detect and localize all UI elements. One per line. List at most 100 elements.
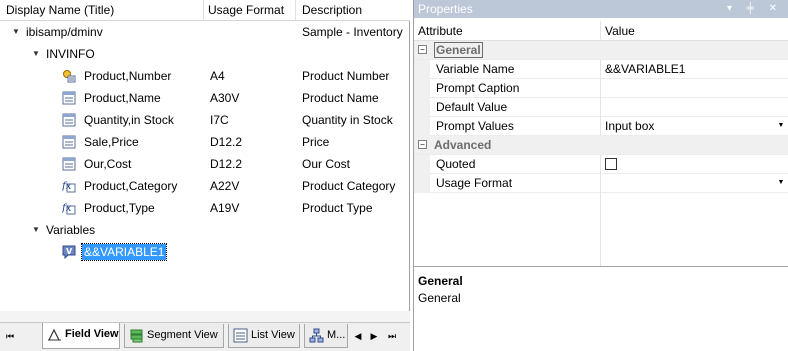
column-header-value: Value <box>600 21 635 41</box>
properties-title-bar: Properties ▾ ╪ ✕ <box>414 0 788 18</box>
tree-field-row[interactable]: Product,Number A4 Product Number <box>0 65 410 87</box>
category-advanced[interactable]: − Advanced <box>414 136 788 155</box>
field-name: Quantity,in Stock <box>84 113 174 127</box>
property-attribute: Variable Name <box>436 62 515 76</box>
field-format: A30V <box>210 91 240 105</box>
computed-field-icon: fx <box>62 181 76 193</box>
collapse-arrow-icon[interactable]: ▼ <box>32 43 42 65</box>
property-description-panel: General General <box>414 266 788 351</box>
tree-field-row[interactable]: Product,Name A30V Product Name <box>0 87 410 109</box>
property-attribute: Default Value <box>436 100 508 114</box>
property-value[interactable] <box>600 98 788 117</box>
field-format: A22V <box>210 179 240 193</box>
segment-view-icon <box>130 329 143 343</box>
quoted-checkbox[interactable] <box>605 158 617 170</box>
property-attribute: Usage Format <box>436 176 513 190</box>
tree-header: Display Name (Title) Usage Format Descri… <box>0 0 410 21</box>
last-tab-icon[interactable]: ⏭ <box>386 329 398 343</box>
description-title: General <box>418 274 463 288</box>
field-format: A19V <box>210 201 240 215</box>
next-tab-icon[interactable]: ▶ <box>368 329 380 343</box>
tree-field-row[interactable]: fx Product,Type A19V Product Type <box>0 197 410 219</box>
prompt-values-select[interactable]: Input box ▼ <box>600 117 788 136</box>
first-tab-icon[interactable]: ⏮ <box>4 329 16 343</box>
tree-variable-row[interactable]: V &&VARIABLE1 <box>0 241 410 263</box>
field-description: Our Cost <box>302 157 351 171</box>
row-gutter <box>414 79 430 98</box>
field-view-icon <box>48 328 61 341</box>
tree-root-row[interactable]: ▼ ibisamp/dminv Sample - Inventory <box>0 21 410 43</box>
field-description: Product Type <box>302 201 373 215</box>
row-gutter <box>414 174 430 193</box>
tab-segment-view[interactable]: Segment View <box>124 324 224 348</box>
property-row-usage-format[interactable]: Usage Format ▼ <box>414 174 788 193</box>
field-tree: ▼ ibisamp/dminv Sample - Inventory ▼ INV… <box>0 21 410 311</box>
category-label: General <box>434 42 483 58</box>
dropdown-arrow-icon[interactable]: ▼ <box>777 179 785 187</box>
svg-text:fx: fx <box>62 181 72 192</box>
field-description: Product Category <box>302 179 396 193</box>
tree-variables-label: Variables <box>46 223 96 237</box>
panel-window-buttons-icon[interactable]: ▾ ╪ ✕ <box>727 0 783 18</box>
property-value[interactable] <box>600 79 788 98</box>
properties-panel: Properties ▾ ╪ ✕ Attribute Value − Gener… <box>413 0 788 351</box>
tree-variables-row[interactable]: ▼ Variables <box>0 219 410 241</box>
tab-modeling-view[interactable]: M... <box>304 324 348 348</box>
row-gutter <box>414 98 430 117</box>
tree-segment-row[interactable]: ▼ INVINFO <box>0 43 410 65</box>
collapse-toggle-icon[interactable]: − <box>418 140 427 149</box>
category-label: Advanced <box>434 138 492 152</box>
computed-field-icon: fx <box>62 203 76 215</box>
row-gutter <box>414 155 430 174</box>
prev-tab-icon[interactable]: ◀ <box>352 329 364 343</box>
tree-field-row[interactable]: Sale,Price D12.2 Price <box>0 131 410 153</box>
field-format: I7C <box>210 113 229 127</box>
view-tab-strip: ⏮ Field View Segment View List View M...… <box>0 322 410 351</box>
tab-list-view[interactable]: List View <box>228 324 300 348</box>
field-name: Product,Category <box>84 179 178 193</box>
property-value[interactable]: &&VARIABLE1 <box>600 60 788 79</box>
tab-label: M... <box>327 329 346 341</box>
row-gutter <box>414 60 430 79</box>
property-grid-header: Attribute Value <box>414 21 788 41</box>
field-description: Product Name <box>302 91 379 105</box>
svg-text:fx: fx <box>62 203 72 214</box>
column-header-description[interactable]: Description <box>296 0 410 21</box>
tree-field-row[interactable]: Quantity,in Stock I7C Quantity in Stock <box>0 109 410 131</box>
tab-field-view[interactable]: Field View <box>42 323 120 349</box>
tree-segment-label: INVINFO <box>46 47 95 61</box>
field-name: Product,Type <box>84 201 155 215</box>
field-format: A4 <box>210 69 225 83</box>
property-value: Input box <box>605 119 655 133</box>
column-header-usage-format[interactable]: Usage Format <box>202 0 296 21</box>
quoted-value-cell <box>600 155 788 174</box>
property-attribute: Quoted <box>436 157 476 171</box>
property-row-variable-name[interactable]: Variable Name &&VARIABLE1 <box>414 60 788 79</box>
property-row-prompt-caption[interactable]: Prompt Caption <box>414 79 788 98</box>
field-name: Sale,Price <box>84 135 139 149</box>
category-general[interactable]: − General <box>414 41 788 60</box>
collapse-arrow-icon[interactable]: ▼ <box>32 219 42 241</box>
tab-label: List View <box>251 329 295 341</box>
field-format: D12.2 <box>210 157 243 171</box>
tree-field-row[interactable]: fx Product,Category A22V Product Categor… <box>0 175 410 197</box>
key-field-icon <box>63 70 76 83</box>
property-row-prompt-values[interactable]: Prompt Values Input box ▼ <box>414 117 788 136</box>
property-attribute: Prompt Values <box>436 119 514 133</box>
property-row-quoted[interactable]: Quoted <box>414 155 788 174</box>
collapse-toggle-icon[interactable]: − <box>418 45 427 54</box>
column-header-display-name[interactable]: Display Name (Title) <box>0 0 204 21</box>
variable-name: &&VARIABLE1 <box>80 243 168 261</box>
tree-field-row[interactable]: Our,Cost D12.2 Our Cost <box>0 153 410 175</box>
property-row-default-value[interactable]: Default Value <box>414 98 788 117</box>
svg-text:V: V <box>66 247 73 256</box>
field-tree-panel: Display Name (Title) Usage Format Descri… <box>0 0 410 351</box>
usage-format-select[interactable]: ▼ <box>600 174 788 193</box>
field-icon <box>62 91 76 105</box>
collapse-arrow-icon[interactable]: ▼ <box>12 21 22 43</box>
field-name: Product,Name <box>84 91 161 105</box>
dropdown-arrow-icon[interactable]: ▼ <box>777 122 785 130</box>
tree-root-description: Sample - Inventory <box>302 25 403 39</box>
modeling-view-icon <box>309 328 324 343</box>
field-icon <box>62 135 76 149</box>
